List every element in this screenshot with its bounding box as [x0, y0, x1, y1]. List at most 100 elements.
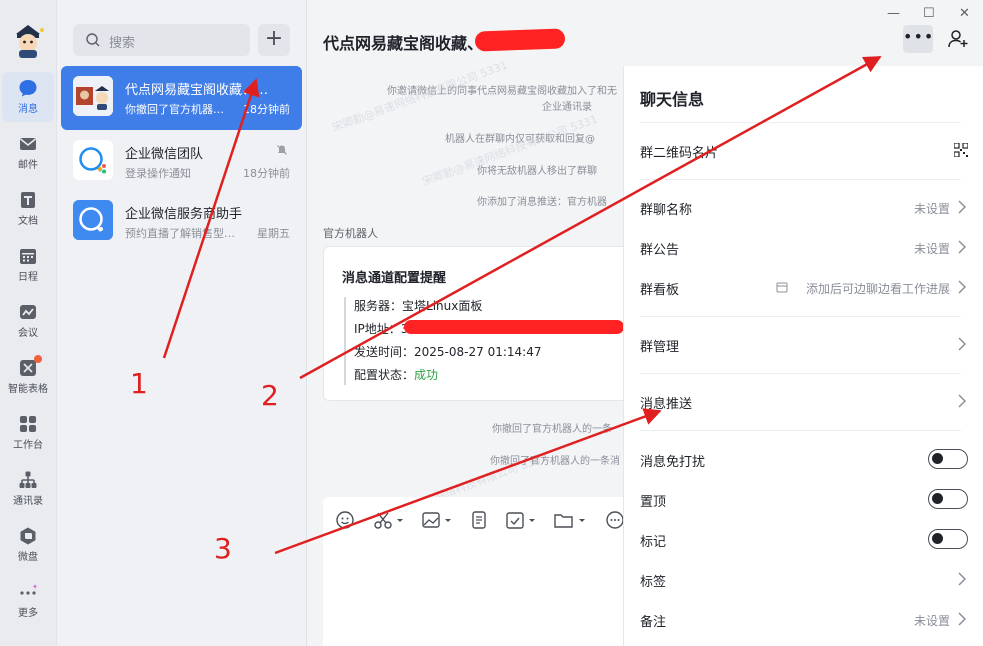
plus-icon: +: [264, 26, 284, 51]
nav-mail[interactable]: 邮件: [2, 128, 54, 178]
ellipsis-icon: •••: [903, 27, 935, 46]
card-time-value: 2025-08-27 01:14:47: [414, 345, 542, 359]
nav-workbench[interactable]: 工作台: [2, 408, 54, 458]
close-button[interactable]: ✕: [959, 6, 970, 21]
chat-title: 代点网易藏宝阁收藏、: [323, 34, 484, 53]
watermark: 宋卿勤@易速网络科技有限公司 5331: [420, 112, 600, 189]
group-name-row[interactable]: 群聊名称 未设置: [624, 187, 983, 227]
conversation-title: 代点网易藏宝阁收藏、代…: [125, 83, 275, 98]
card-quote-bar: [344, 297, 346, 385]
emoji-icon[interactable]: [335, 510, 355, 530]
nav-smart-table[interactable]: 智能表格: [2, 352, 54, 402]
nav-label: 通讯录: [13, 496, 43, 507]
user-avatar[interactable]: [11, 22, 45, 58]
conversation-time: 18分钟前: [243, 103, 290, 116]
search-placeholder: 搜索: [109, 36, 136, 51]
calendar-icon: [20, 249, 36, 264]
more-options-button[interactable]: •••: [903, 25, 933, 53]
dnd-row: 消息免打扰: [624, 439, 983, 479]
nav-drive[interactable]: 微盘: [2, 520, 54, 570]
nav-label: 更多: [18, 608, 38, 619]
search-input[interactable]: 搜索: [73, 24, 250, 56]
toggle-knob: [932, 453, 943, 464]
screenshot-scissors-icon[interactable]: [373, 510, 405, 530]
redaction-mark: [404, 320, 624, 334]
card-status-row: 配置状态：成功: [354, 366, 438, 383]
divider: [640, 430, 961, 431]
nav-calendar[interactable]: 日程: [2, 240, 54, 290]
recall-message: 你撤回了官方机器人的一条: [492, 424, 612, 435]
remark-row[interactable]: 备注 未设置: [624, 599, 983, 639]
nav-label: 日程: [18, 272, 38, 283]
mail-icon: [20, 138, 36, 150]
group-qr-row[interactable]: 群二维码名片: [624, 130, 983, 170]
minimize-button[interactable]: —: [887, 6, 900, 21]
divider: [640, 373, 961, 374]
system-message: 你添加了消息推送：官方机器: [477, 197, 607, 208]
message-push-row[interactable]: 消息推送: [624, 381, 983, 421]
remark-label: 备注: [640, 615, 667, 630]
group-notice-label: 群公告: [640, 243, 680, 258]
message-composer[interactable]: [323, 497, 643, 646]
conversation-item[interactable]: 企业微信服务商助手 预约直播了解销售型… 星期五: [61, 190, 302, 254]
toggle-knob: [932, 493, 943, 504]
group-manage-row[interactable]: 群管理: [624, 324, 983, 364]
group-avatar: [73, 76, 113, 116]
chat-info-panel: 聊天信息 群二维码名片 群聊名称 未设置 群公告 未设置 群看板 添加后可边聊边…: [623, 66, 983, 646]
document-icon[interactable]: [469, 510, 489, 530]
maximize-button[interactable]: ☐: [923, 6, 935, 21]
mute-bell-icon: [277, 145, 287, 155]
nav-docs[interactable]: 文档: [2, 184, 54, 234]
board-icon: [776, 282, 788, 293]
message-push-label: 消息推送: [640, 397, 693, 412]
task-icon[interactable]: [505, 510, 537, 530]
folder-icon[interactable]: [553, 510, 587, 530]
chevron-right-icon: [958, 337, 966, 351]
workbench-icon: [20, 416, 36, 432]
more-tools-icon[interactable]: [605, 510, 625, 530]
group-board-row[interactable]: 群看板 添加后可边聊边看工作进展: [624, 267, 983, 307]
chevron-right-icon: [958, 394, 966, 408]
nav-label: 智能表格: [8, 384, 48, 395]
annotation-number-2: 2: [261, 379, 279, 412]
card-server-value: 宝塔Linux面板: [402, 299, 483, 313]
pin-toggle[interactable]: [928, 489, 968, 509]
mark-toggle[interactable]: [928, 529, 968, 549]
tags-label: 标签: [640, 575, 667, 590]
more-icon: [20, 584, 38, 595]
pin-label: 置顶: [640, 495, 667, 510]
meeting-icon: [20, 305, 36, 319]
card-title: 消息通道配置提醒: [342, 271, 447, 286]
add-button[interactable]: +: [258, 24, 290, 56]
add-member-icon[interactable]: [947, 29, 969, 49]
nav-contacts[interactable]: 通讯录: [2, 464, 54, 514]
nav-label: 会议: [18, 328, 38, 339]
chevron-right-icon: [958, 572, 966, 586]
chevron-right-icon: [958, 200, 966, 214]
card-server-label: 服务器：: [354, 299, 403, 313]
conversation-item[interactable]: 企业微信团队 登录操作通知 18分钟前: [61, 130, 302, 194]
group-notice-row[interactable]: 群公告 未设置: [624, 227, 983, 267]
conversation-title: 企业微信团队: [125, 147, 204, 162]
service-helper-avatar: [73, 200, 113, 240]
nav-label: 工作台: [13, 440, 43, 451]
toggle-knob: [932, 533, 943, 544]
nav-more[interactable]: 更多: [2, 576, 54, 626]
divider: [640, 122, 961, 123]
nav-label: 微盘: [18, 552, 38, 563]
tags-row[interactable]: 标签: [624, 559, 983, 599]
divider: [640, 316, 961, 317]
conversation-time: 18分钟前: [243, 167, 290, 180]
contacts-icon: [19, 471, 37, 488]
nav-meeting[interactable]: 会议: [2, 296, 54, 346]
message-card[interactable]: 消息通道配置提醒 服务器：宝塔Linux面板 IP地址：3 发送时间：2025-…: [323, 246, 643, 401]
group-board-value: 添加后可边聊边看工作进展: [805, 282, 950, 296]
nav-messages[interactable]: 消息: [2, 72, 54, 122]
system-message: 你邀请微信上的同事代点网易藏宝阁收藏加入了和无: [387, 86, 617, 97]
conversation-preview: 预约直播了解销售型…: [125, 227, 235, 240]
dnd-toggle[interactable]: [928, 449, 968, 469]
group-board-label: 群看板: [640, 283, 680, 298]
conversation-item[interactable]: 代点网易藏宝阁收藏、代… 你撤回了官方机器… 18分钟前: [61, 66, 302, 130]
chevron-right-icon: [958, 280, 966, 294]
image-icon[interactable]: [421, 510, 453, 530]
